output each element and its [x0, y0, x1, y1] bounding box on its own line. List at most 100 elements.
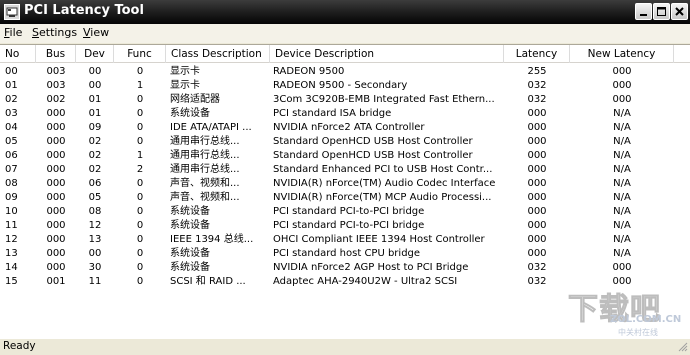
column-header-func[interactable]: Func [114, 45, 166, 63]
column-header-latency[interactable]: Latency [504, 45, 570, 63]
cell-dev: 05 [88, 192, 102, 203]
cell-device-description: PCI standard PCI-to-PCI bridge [273, 220, 425, 231]
table-row[interactable]: 07 000 02 2 通用串行总线... Standard Enhanced PCI t… [0, 163, 690, 177]
menu-view[interactable]: View [83, 26, 109, 39]
cell-new-latency: 000 [612, 276, 632, 287]
table-row[interactable]: 04 000 09 0 IDE ATA/ATAPI ... NVIDIA nForce2 … [0, 121, 690, 135]
cell-new-latency: N/A [613, 122, 631, 133]
cell-latency: 000 [527, 122, 547, 133]
minimize-icon[interactable] [635, 3, 652, 20]
cell-latency: 032 [527, 80, 547, 91]
cell-bus: 002 [46, 94, 66, 105]
table-row[interactable]: 06 000 02 1 通用串行总线... Standard OpenHCD USB Ho… [0, 149, 690, 163]
cell-new-latency: N/A [613, 206, 631, 217]
cell-device-description: PCI standard PCI-to-PCI bridge [273, 206, 425, 217]
table-row[interactable]: 15 001 11 0 SCSI 和 RAID ... Adaptec AHA-2940U… [0, 275, 690, 289]
cell-new-latency: N/A [613, 108, 631, 119]
cell-bus: 000 [46, 164, 66, 175]
cell-class-description: 系统设备 [170, 108, 210, 119]
table-row[interactable]: 03 000 01 0 系统设备 PCI standard ISA bridge 000 N/… [0, 107, 690, 121]
cell-func: 0 [136, 122, 144, 133]
title-bar[interactable]: PCI Latency Tool [0, 0, 690, 24]
cell-class-description: 网络适配器 [170, 94, 220, 105]
cell-bus: 000 [46, 192, 66, 203]
cell-bus: 000 [46, 220, 66, 231]
cell-bus: 000 [46, 108, 66, 119]
table-row[interactable]: 05 000 02 0 通用串行总线... Standard OpenHCD USB Ho… [0, 135, 690, 149]
cell-func: 0 [136, 192, 144, 203]
table-row[interactable]: 11 000 12 0 系统设备 PCI standard PCI-to-PCI brid… [0, 219, 690, 233]
cell-dev: 13 [88, 234, 102, 245]
close-icon[interactable] [671, 3, 688, 20]
cell-dev: 01 [88, 94, 102, 105]
cell-no: 09 [5, 192, 18, 203]
cell-new-latency: N/A [613, 234, 631, 245]
cell-no: 14 [5, 262, 18, 273]
cell-no: 06 [5, 150, 18, 161]
status-text: Ready [3, 340, 36, 352]
cell-no: 00 [5, 66, 18, 77]
cell-func: 0 [136, 108, 144, 119]
resize-grip-icon[interactable] [677, 341, 688, 352]
cell-class-description: 系统设备 [170, 206, 210, 217]
menu-bar: File Settings View [0, 24, 690, 43]
table-row[interactable]: 10 000 08 0 系统设备 PCI standard PCI-to-PCI brid… [0, 205, 690, 219]
cell-no: 07 [5, 164, 18, 175]
cell-new-latency: 000 [612, 66, 632, 77]
cell-dev: 00 [88, 80, 102, 91]
cell-latency: 000 [527, 192, 547, 203]
cell-dev: 09 [88, 122, 102, 133]
table-row[interactable]: 08 000 06 0 声音、视频和... NVIDIA(R) nForce(TM) Au… [0, 177, 690, 191]
cell-bus: 003 [46, 80, 66, 91]
column-header-new-latency[interactable]: New Latency [570, 45, 674, 63]
cell-func: 1 [136, 80, 144, 91]
table-row[interactable]: 02 002 01 0 网络适配器 3Com 3C920B-EMB Integrated … [0, 93, 690, 107]
cell-device-description: Standard OpenHCD USB Host Controller [273, 150, 473, 161]
cell-dev: 02 [88, 164, 102, 175]
column-header-class-description[interactable]: Class Description [166, 45, 270, 63]
cell-class-description: 系统设备 [170, 220, 210, 231]
cell-class-description: 通用串行总线... [170, 150, 240, 161]
table-row[interactable]: 13 000 00 0 系统设备 PCI standard host CPU bridge… [0, 247, 690, 261]
cell-no: 12 [5, 234, 18, 245]
table-row[interactable]: 12 000 13 0 IEEE 1394 总线... OHCI Compliant IE… [0, 233, 690, 247]
cell-func: 0 [136, 206, 144, 217]
device-list[interactable]: No Bus Dev Func Class Description Device… [0, 44, 690, 338]
cell-no: 11 [5, 220, 18, 231]
cell-class-description: 声音、视频和... [170, 192, 240, 203]
cell-dev: 08 [88, 206, 102, 217]
menu-file-rest: ile [9, 26, 23, 39]
cell-class-description: 通用串行总线... [170, 136, 240, 147]
maximize-icon[interactable] [653, 3, 670, 20]
table-row[interactable]: 00 003 00 0 显示卡 RADEON 9500 255 000 [0, 65, 690, 79]
column-header-no[interactable]: No [0, 45, 36, 63]
cell-no: 01 [5, 80, 18, 91]
cell-dev: 00 [88, 66, 102, 77]
menu-settings[interactable]: Settings [32, 26, 77, 39]
cell-class-description: 显示卡 [170, 66, 200, 77]
cell-dev: 11 [88, 276, 102, 287]
cell-no: 02 [5, 94, 18, 105]
cell-new-latency: N/A [613, 136, 631, 147]
cell-new-latency: 000 [612, 80, 632, 91]
column-header-bus[interactable]: Bus [36, 45, 76, 63]
column-header-dev[interactable]: Dev [76, 45, 114, 63]
table-row[interactable]: 01 003 00 1 显示卡 RADEON 9500 - Secondary 032 000 [0, 79, 690, 93]
cell-new-latency: N/A [613, 248, 631, 259]
cell-device-description: RADEON 9500 - Secondary [273, 80, 408, 91]
table-row[interactable]: 14 000 30 0 系统设备 NVIDIA nForce2 AGP Host to P… [0, 261, 690, 275]
cell-dev: 02 [88, 150, 102, 161]
cell-device-description: Standard OpenHCD USB Host Controller [273, 136, 473, 147]
table-row[interactable]: 09 000 05 0 声音、视频和... NVIDIA(R) nForce(TM) MC… [0, 191, 690, 205]
cell-bus: 000 [46, 136, 66, 147]
list-header: No Bus Dev Func Class Description Device… [0, 45, 690, 63]
menu-file[interactable]: File [4, 26, 22, 39]
cell-latency: 000 [527, 178, 547, 189]
cell-latency: 000 [527, 164, 547, 175]
column-header-device-description[interactable]: Device Description [270, 45, 504, 63]
cell-new-latency: N/A [613, 150, 631, 161]
cell-latency: 000 [527, 108, 547, 119]
cell-device-description: 3Com 3C920B-EMB Integrated Fast Ethern..… [273, 94, 495, 105]
cell-func: 1 [136, 150, 144, 161]
pci-tool-icon[interactable] [4, 4, 20, 20]
